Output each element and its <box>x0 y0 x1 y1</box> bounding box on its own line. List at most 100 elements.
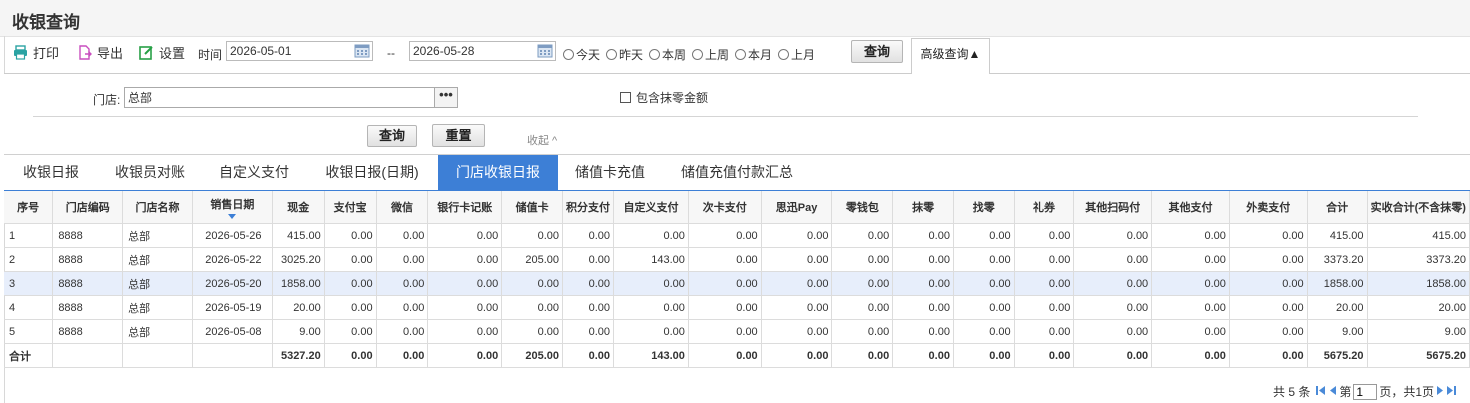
tab-cashier-reconcile[interactable]: 收银员对账 <box>98 155 202 190</box>
radio-yesterday[interactable]: 昨天 <box>606 46 643 63</box>
table-cell: 总部 <box>122 223 193 248</box>
table-cell: 1858.00 <box>1367 271 1470 296</box>
tab-custom-payment[interactable]: 自定义支付 <box>202 155 306 190</box>
table-cell: 0.00 <box>1014 271 1075 296</box>
column-header[interactable]: 次卡支付 <box>688 191 762 224</box>
table-cell: 0.00 <box>1151 295 1230 320</box>
table-cell: 0.00 <box>761 223 833 248</box>
column-header[interactable]: 其他扫码付 <box>1073 191 1153 224</box>
store-input[interactable] <box>125 88 431 107</box>
table-cell: 20.00 <box>272 295 325 320</box>
store-picker-button[interactable]: ••• <box>434 88 457 107</box>
column-header[interactable]: 银行卡记账 <box>427 191 503 224</box>
calendar-icon[interactable] <box>536 43 554 59</box>
next-page-icon[interactable] <box>1436 385 1444 399</box>
radio-circle[interactable] <box>606 49 617 60</box>
tab-stored-card-recharge[interactable]: 储值卡充值 <box>558 155 662 190</box>
radio-circle[interactable] <box>563 49 574 60</box>
print-label: 打印 <box>33 45 60 61</box>
edit-settings-icon <box>139 45 154 60</box>
radio-circle[interactable] <box>735 49 746 60</box>
table-cell: 0.00 <box>427 319 503 344</box>
radio-last-week[interactable]: 上周 <box>692 46 729 63</box>
table-row[interactable]: 1 8888 总部 2026-05-26 415.00 0.00 0.00 0.00 0.00 0… <box>4 223 1470 248</box>
tab-store-cash-daily[interactable]: 门店收银日报 <box>438 155 558 190</box>
column-header[interactable]: 门店名称 <box>122 191 193 224</box>
date-from-input[interactable] <box>227 42 353 60</box>
table-row[interactable]: 2 8888 总部 2026-05-22 3025.20 0.00 0.00 0.00 205.… <box>4 247 1470 272</box>
table-cell: 0.00 <box>688 271 762 296</box>
table-cell: 0.00 <box>324 223 377 248</box>
page-number-input[interactable] <box>1353 383 1378 400</box>
print-button[interactable]: 打印 <box>13 43 59 61</box>
tab-recharge-payment-summary[interactable]: 储值充值付款汇总 <box>662 155 812 190</box>
table-cell: 0.00 <box>1151 271 1230 296</box>
prev-page-icon[interactable] <box>1329 385 1337 399</box>
settings-label: 设置 <box>159 45 186 61</box>
advanced-query-button[interactable]: 查询 <box>367 125 417 147</box>
table-row[interactable]: 4 8888 总部 2026-05-19 20.00 0.00 0.00 0.00 0.00 0.… <box>4 295 1470 320</box>
column-header[interactable]: 序号 <box>4 191 54 224</box>
store-label: 门店: <box>93 93 121 107</box>
radio-circle[interactable] <box>692 49 703 60</box>
table-cell: 0.00 <box>1229 295 1308 320</box>
query-button[interactable]: 查询 <box>851 40 903 63</box>
calendar-icon[interactable] <box>353 43 371 59</box>
total-cell: 205.00 <box>501 343 564 368</box>
tab-cash-daily[interactable]: 收银日报 <box>4 155 98 190</box>
table-cell: 415.00 <box>1367 223 1470 248</box>
table-cell: 0.00 <box>324 271 377 296</box>
column-header-sorted[interactable]: 销售日期 <box>192 191 273 224</box>
column-header[interactable]: 自定义支付 <box>613 191 689 224</box>
date-to-field[interactable] <box>409 41 556 61</box>
column-header[interactable]: 思迅Pay <box>761 191 833 224</box>
table-cell: 0.00 <box>427 223 503 248</box>
first-page-icon[interactable] <box>1316 385 1326 399</box>
column-header[interactable]: 微信 <box>376 191 429 224</box>
table-cell: 0.00 <box>376 319 429 344</box>
date-from-field[interactable] <box>226 41 373 61</box>
column-header[interactable]: 储值卡 <box>501 191 564 224</box>
column-header[interactable]: 礼券 <box>1014 191 1075 224</box>
table-row[interactable]: 3 8888 总部 2026-05-20 1858.00 0.00 0.00 0.00 0.00… <box>4 271 1470 296</box>
column-header[interactable]: 门店编码 <box>52 191 124 224</box>
radio-last-month[interactable]: 上月 <box>778 46 815 63</box>
column-header[interactable]: 其他支付 <box>1151 191 1230 224</box>
column-header[interactable]: 现金 <box>272 191 325 224</box>
column-header[interactable]: 支付宝 <box>324 191 377 224</box>
export-button[interactable]: 导出 <box>77 43 123 61</box>
total-cell: 0.00 <box>892 343 954 368</box>
table-cell: 0.00 <box>613 271 689 296</box>
include-rounding-checkbox[interactable]: 包含抹零金额 <box>620 89 708 106</box>
tab-cash-daily-by-date[interactable]: 收银日报(日期) <box>306 155 438 190</box>
table-row[interactable]: 5 8888 总部 2026-05-08 9.00 0.00 0.00 0.00 0.00 0.0… <box>4 319 1470 344</box>
table-cell: 9.00 <box>1307 319 1368 344</box>
column-header[interactable]: 抹零 <box>892 191 954 224</box>
table-header-row: 序号 门店编码 门店名称 销售日期 现金 支付宝 微信 银行卡记账 储值卡 积分… <box>4 191 1470 224</box>
table-cell: 0.00 <box>376 295 429 320</box>
table-cell: 0.00 <box>688 295 762 320</box>
column-header[interactable]: 实收合计(不含抹零) <box>1367 191 1470 224</box>
date-separator: -- <box>387 46 395 60</box>
column-header[interactable]: 零钱包 <box>831 191 894 224</box>
date-to-input[interactable] <box>410 42 536 60</box>
radio-today[interactable]: 今天 <box>563 46 600 63</box>
radio-circle[interactable] <box>778 49 789 60</box>
radio-this-week[interactable]: 本周 <box>649 46 686 63</box>
column-header[interactable]: 合计 <box>1307 191 1368 224</box>
column-header[interactable]: 找零 <box>953 191 1015 224</box>
table-cell: 总部 <box>122 271 193 296</box>
column-header[interactable]: 外卖支付 <box>1229 191 1308 224</box>
reset-button[interactable]: 重置 <box>432 124 485 147</box>
last-page-icon[interactable] <box>1446 385 1457 399</box>
column-header[interactable]: 积分支付 <box>562 191 615 224</box>
table-cell: 205.00 <box>501 247 564 272</box>
collapse-toggle[interactable]: 收起 ^ <box>527 132 557 148</box>
table-body: 1 8888 总部 2026-05-26 415.00 0.00 0.00 0.00 0.00 0… <box>4 223 1470 368</box>
radio-this-month[interactable]: 本月 <box>735 46 772 63</box>
settings-button[interactable]: 设置 <box>139 43 185 61</box>
advanced-query-tab[interactable]: 高级查询▲ <box>911 38 990 74</box>
radio-circle[interactable] <box>649 49 660 60</box>
store-field[interactable]: ••• <box>124 87 458 108</box>
checkbox-box[interactable] <box>620 92 631 103</box>
